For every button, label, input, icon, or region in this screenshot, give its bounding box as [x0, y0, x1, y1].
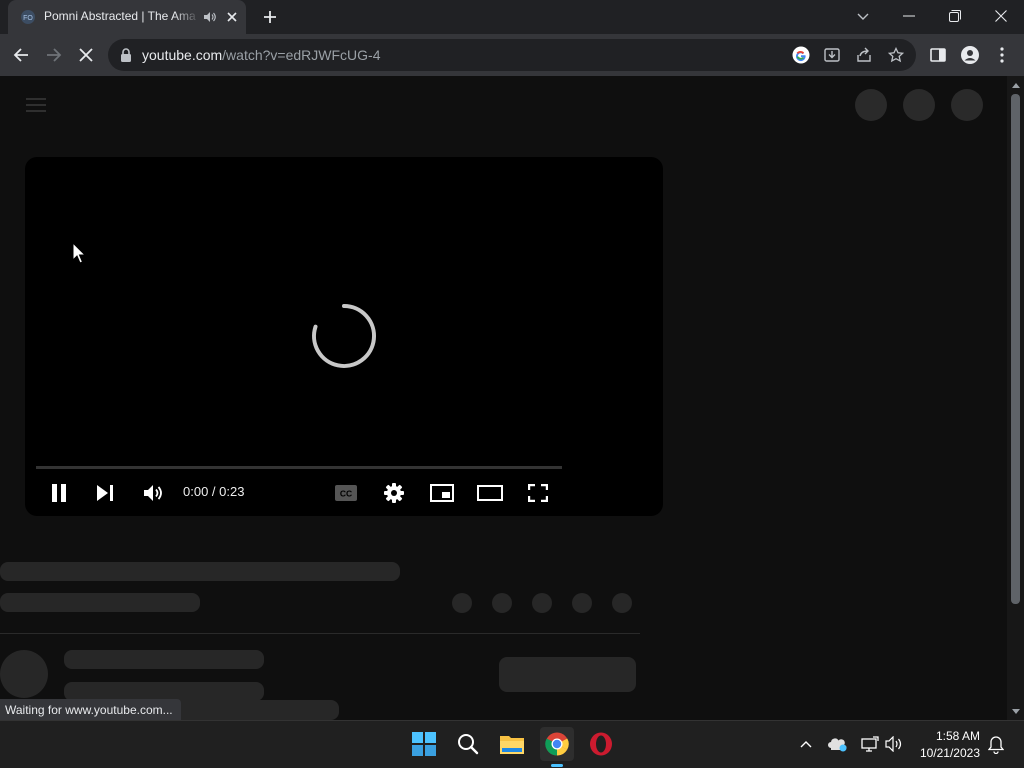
chevron-up-icon[interactable] — [797, 735, 815, 753]
title-placeholder — [0, 562, 400, 581]
hamburger-menu-icon[interactable] — [26, 96, 46, 114]
next-icon[interactable] — [91, 479, 119, 507]
volume-icon[interactable] — [884, 735, 904, 753]
close-icon[interactable] — [224, 9, 240, 25]
loading-spinner-icon — [311, 303, 377, 369]
chevron-down-icon[interactable] — [851, 5, 875, 29]
search-icon[interactable] — [451, 727, 485, 761]
favicon-text: FO — [23, 15, 33, 22]
file-explorer-icon[interactable] — [495, 727, 529, 761]
masthead-placeholder-circle — [903, 89, 935, 121]
kebab-menu-icon[interactable] — [994, 45, 1010, 65]
scrollbar-thumb[interactable] — [1011, 94, 1020, 604]
youtube-page: 0:00 / 0:23 CC — [0, 76, 1007, 720]
clock-date[interactable]: 10/21/2023 — [910, 746, 980, 760]
url-path: /watch?v=edRJWFcUG-4 — [222, 47, 381, 63]
action-placeholder-dot — [572, 593, 592, 613]
svg-text:CC: CC — [340, 489, 352, 499]
speaker-icon[interactable] — [202, 9, 218, 25]
url-text[interactable]: youtube.com/watch?v=edRJWFcUG-4 — [142, 47, 381, 63]
divider — [0, 633, 640, 634]
plus-icon[interactable] — [258, 5, 282, 29]
minimize-icon[interactable] — [896, 2, 922, 30]
theater-mode-icon[interactable] — [476, 479, 504, 507]
tab-favicon-icon: FO — [20, 9, 36, 25]
pause-icon[interactable] — [45, 479, 73, 507]
channel-avatar-placeholder — [0, 650, 48, 698]
profile-icon[interactable] — [960, 45, 980, 65]
action-placeholder-dot — [492, 593, 512, 613]
url-domain: youtube.com — [142, 47, 223, 63]
tab-strip: FO Pomni Abstracted | The Amazing Digita… — [0, 0, 1024, 34]
active-app-indicator — [551, 764, 563, 767]
status-bar: Waiting for www.youtube.com... — [0, 699, 181, 721]
restore-icon[interactable] — [942, 2, 968, 30]
subscribe-placeholder — [499, 657, 636, 692]
share-icon[interactable] — [855, 46, 873, 64]
chrome-icon[interactable] — [540, 727, 574, 761]
side-panel-icon[interactable] — [928, 45, 948, 65]
network-icon[interactable] — [860, 735, 880, 753]
video-player[interactable]: 0:00 / 0:23 CC — [25, 157, 663, 516]
tab-title-fade — [174, 4, 200, 30]
taskbar: 1:58 AM 10/21/2023 — [0, 720, 1024, 768]
close-icon[interactable] — [988, 2, 1014, 30]
scroll-down-arrow-icon[interactable] — [1007, 704, 1024, 718]
browser-toolbar: youtube.com/watch?v=edRJWFcUG-4 — [0, 34, 1024, 76]
captions-icon[interactable]: CC — [332, 479, 360, 507]
windows-start-icon[interactable] — [407, 727, 441, 761]
action-placeholder-dot — [612, 593, 632, 613]
address-bar[interactable]: youtube.com/watch?v=edRJWFcUG-4 — [108, 39, 916, 71]
onedrive-icon[interactable] — [828, 735, 848, 753]
opera-icon[interactable] — [584, 727, 618, 761]
back-arrow-icon[interactable] — [8, 42, 34, 68]
page-scrollbar[interactable] — [1007, 76, 1024, 720]
bell-icon[interactable] — [986, 735, 1006, 755]
action-placeholder-dot — [452, 593, 472, 613]
clock-time[interactable]: 1:58 AM — [920, 729, 980, 743]
fullscreen-icon[interactable] — [524, 479, 552, 507]
masthead-placeholder-circle — [855, 89, 887, 121]
browser-tab[interactable]: FO Pomni Abstracted | The Amazing Digita… — [8, 0, 246, 34]
channel-name-placeholder — [64, 650, 264, 669]
google-icon[interactable] — [792, 46, 810, 64]
forward-arrow-icon[interactable] — [41, 42, 67, 68]
action-placeholder-dot — [532, 593, 552, 613]
volume-icon[interactable] — [139, 479, 167, 507]
time-display: 0:00 / 0:23 — [183, 484, 245, 499]
miniplayer-icon[interactable] — [428, 479, 456, 507]
mouse-cursor-icon — [72, 241, 87, 264]
masthead-placeholder-circle — [951, 89, 983, 121]
progress-bar[interactable] — [36, 466, 562, 469]
scroll-up-arrow-icon[interactable] — [1007, 78, 1024, 92]
lock-icon[interactable] — [118, 47, 134, 63]
install-app-icon[interactable] — [823, 46, 841, 64]
settings-icon[interactable] — [380, 479, 408, 507]
meta-placeholder — [0, 593, 200, 612]
stop-loading-icon[interactable] — [73, 42, 99, 68]
star-icon[interactable] — [887, 46, 905, 64]
